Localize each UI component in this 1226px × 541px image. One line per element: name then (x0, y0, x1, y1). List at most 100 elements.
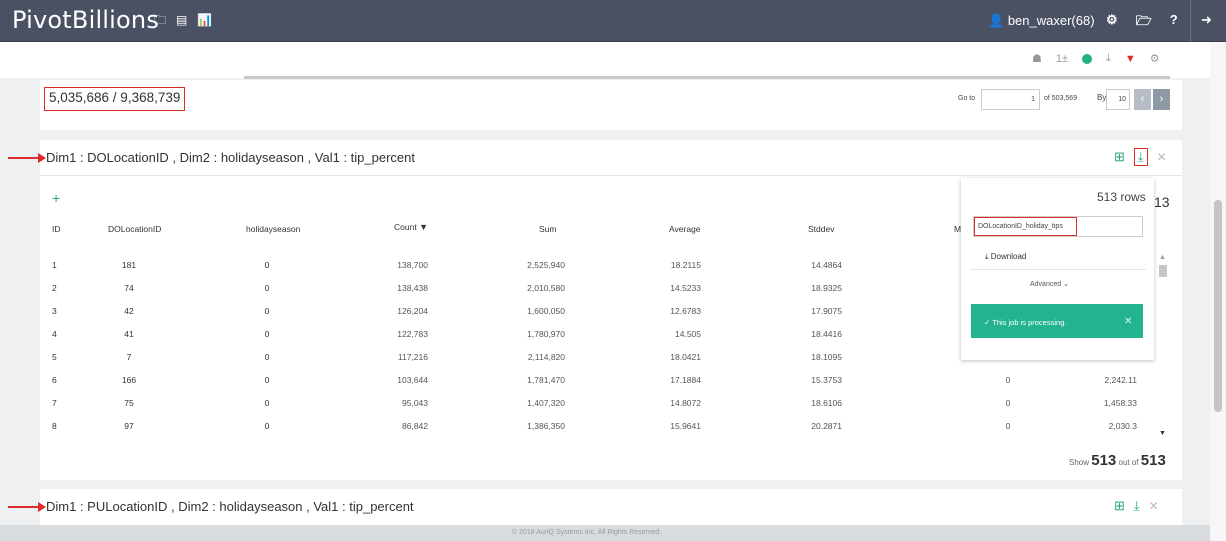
table-cell: 0 (264, 375, 270, 385)
download-button-icon[interactable]: ⤓ (1133, 148, 1148, 166)
settings-gears-icon[interactable]: ⚙ (1106, 12, 1118, 34)
scroll-up-icon[interactable]: ▲ (1159, 254, 1166, 261)
table-scrollbar-thumb[interactable] (1159, 265, 1167, 277)
table-cell: 2 (52, 283, 57, 293)
gear-icon[interactable]: ⚙ (1150, 52, 1160, 65)
table-cell: 18.0421 (670, 352, 701, 362)
table-cell: 122,783 (397, 329, 428, 339)
table-cell: 8 (52, 421, 57, 431)
goto-label: Go to (958, 95, 976, 102)
download-small-icon: ⤓ (985, 252, 989, 261)
add-icon[interactable]: + (52, 190, 60, 206)
grid-icon[interactable]: ⊞ (1114, 149, 1125, 165)
download-label: Download (990, 252, 1027, 261)
section-1-icons: ⊞ ⤓ ✕ (1114, 148, 1167, 166)
chevron-down-icon: ⌄ (1063, 281, 1069, 288)
table-cell: 138,700 (397, 260, 428, 270)
user-icon: 👤 (988, 13, 1005, 28)
next-page-button[interactable]: › (1153, 89, 1170, 110)
table-cell: 0 (264, 283, 270, 293)
col-header-id[interactable]: ID (52, 224, 61, 234)
table-cell: 103,644 (397, 375, 428, 385)
page-number-input[interactable]: 1 (981, 89, 1040, 110)
table-cell: 17.9075 (811, 306, 842, 316)
folder-icon[interactable]: 🗀 (154, 13, 166, 27)
annotation-arrow-2 (8, 502, 46, 512)
col-header-dolocationid[interactable]: DOLocationID (108, 224, 161, 234)
table-cell: 1,407,320 (527, 398, 565, 408)
section-1-title: Dim1 : DOLocationID , Dim2 : holidayseas… (46, 150, 415, 165)
filter-icon[interactable]: ▼ (1125, 53, 1136, 65)
table-cell: 3 (52, 306, 57, 316)
download-icon[interactable]: ⤓ (1106, 52, 1111, 65)
table-scrollbar[interactable]: ▲ ▼ (1157, 254, 1169, 444)
table-cell: 126,204 (397, 306, 428, 316)
table-icon[interactable]: ▤ (176, 13, 187, 27)
col-header-holidayseason[interactable]: holidayseason (246, 224, 300, 234)
col-header-stddev[interactable]: Stddev (808, 224, 834, 234)
col-header-average[interactable]: Average (669, 224, 701, 234)
help-icon[interactable]: ? (1170, 12, 1178, 34)
top-right-icons: ⚙ 🗁 ? (1106, 12, 1178, 34)
download-link[interactable]: ⤓ Download (985, 252, 1026, 262)
table-cell: 18.2115 (670, 260, 701, 270)
table-cell: 2,242.11 (1104, 375, 1137, 385)
table-cell: 15.9641 (670, 421, 701, 431)
table-cell: 20.2871 (811, 421, 842, 431)
navbar-divider (1190, 0, 1191, 42)
table-cell: 5 (52, 352, 57, 362)
open-folder-icon[interactable]: 🗁 (1136, 12, 1152, 34)
close-icon[interactable]: ✕ (1157, 150, 1167, 164)
table-cell: 1,458.33 (1103, 398, 1137, 408)
table-cell: 17.1884 (670, 375, 701, 385)
per-page-input[interactable]: 10 (1106, 89, 1130, 110)
horizontal-scroll-indicator[interactable] (244, 76, 1170, 79)
section-2-icons: ⊞ ⤓ ✕ (1114, 498, 1159, 514)
table-cell: 0 (264, 352, 270, 362)
prev-page-button[interactable]: ‹ (1134, 89, 1151, 110)
status-dot-icon[interactable] (1082, 53, 1093, 64)
sort-desc-icon: ▼ (419, 222, 428, 232)
toast-label: This job is processing. (992, 318, 1067, 327)
table-cell: 1 (52, 260, 57, 270)
table-cell: 42 (124, 306, 134, 316)
database-icon[interactable]: ☗ (1032, 52, 1042, 65)
username: ben_waxer(68) (1007, 13, 1095, 28)
total-pages-label: of 503,569 (1044, 95, 1078, 102)
page-scrollbar[interactable] (1210, 42, 1226, 541)
logout-icon[interactable]: ➜ (1201, 12, 1212, 28)
table-cell: 14.4864 (811, 260, 842, 270)
table-cell: 14.5233 (670, 283, 701, 293)
table-cell: 74 (124, 283, 134, 293)
col-header-count[interactable]: Count ▼ (394, 222, 428, 232)
scroll-down-icon[interactable]: ▼ (1159, 430, 1166, 437)
table-cell: 14.505 (675, 329, 701, 339)
info-count[interactable]: 1± (1056, 53, 1068, 65)
advanced-toggle[interactable]: Advanced ⌄ (1030, 280, 1069, 288)
table-cell: 138,438 (397, 283, 428, 293)
bar-chart-icon[interactable]: 📊 (197, 13, 212, 27)
table-cell: 7 (126, 352, 132, 362)
filename-value[interactable]: DOLocationID_holiday_tips (974, 217, 1077, 236)
table-cell: 2,030.3 (1108, 421, 1137, 431)
popover-divider (970, 269, 1146, 270)
sub-toolbar (0, 42, 1210, 78)
app-brand[interactable]: PivotBillions (12, 6, 159, 34)
toast-close-icon[interactable]: ✕ (1124, 316, 1132, 327)
show-count-value: 513 (1091, 452, 1117, 469)
close-icon[interactable]: ✕ (1149, 499, 1159, 513)
table-cell: 18.4416 (811, 329, 842, 339)
table-cell: 2,114,820 (527, 352, 565, 362)
grid-icon[interactable]: ⊞ (1114, 498, 1125, 514)
table-cell: 86,842 (402, 421, 428, 431)
table-cell: 0 (1005, 375, 1011, 385)
page-scrollbar-thumb[interactable] (1214, 200, 1222, 412)
download-icon[interactable]: ⤓ (1134, 498, 1140, 514)
popover-rows-label: 513 rows (1097, 190, 1146, 204)
table-cell: 75 (124, 398, 134, 408)
col-header-sum[interactable]: Sum (539, 224, 556, 234)
table-cell: 0 (264, 329, 270, 339)
show-total-value: 513 (1140, 452, 1166, 469)
user-menu[interactable]: 👤 ben_waxer(68) (988, 13, 1095, 29)
table-cell: 12.6783 (670, 306, 701, 316)
